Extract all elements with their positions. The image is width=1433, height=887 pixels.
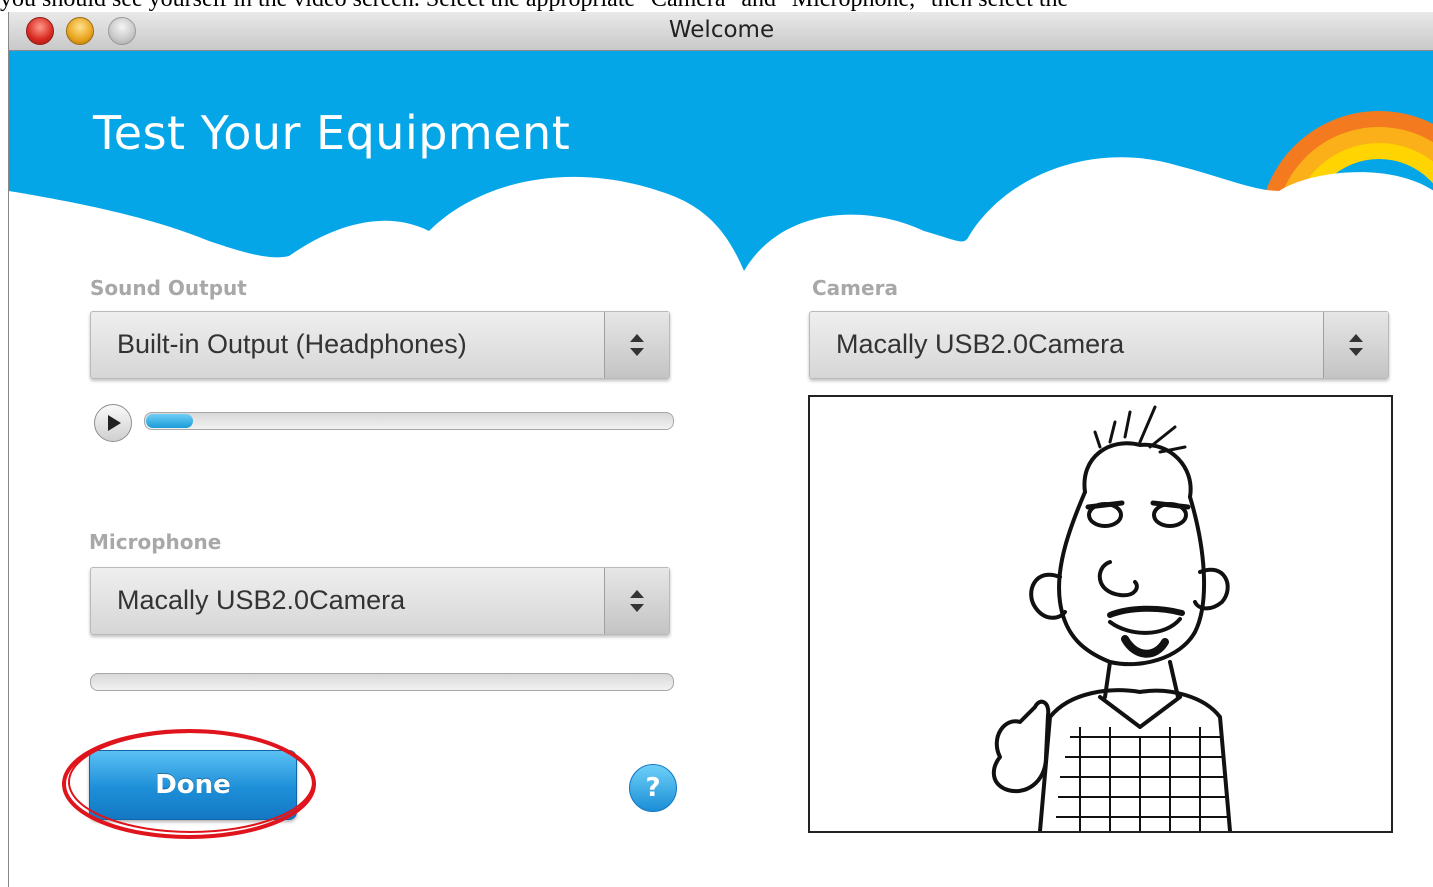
help-button[interactable]: ? <box>629 764 677 812</box>
sound-output-label: Sound Output <box>90 276 247 300</box>
sound-output-progress-fill <box>146 414 193 428</box>
camera-value: Macally USB2.0Camera <box>836 329 1125 359</box>
sound-output-select[interactable]: Built-in Output (Headphones) <box>90 311 670 379</box>
microphone-label: Microphone <box>89 530 222 554</box>
cartoon-face-image <box>991 405 1232 831</box>
select-stepper[interactable] <box>604 568 669 634</box>
microphone-select[interactable]: Macally USB2.0Camera <box>90 567 670 635</box>
play-button[interactable] <box>94 404 132 442</box>
play-icon <box>108 415 121 431</box>
sound-output-progress-bar <box>144 412 674 430</box>
window-title: Welcome <box>668 17 775 43</box>
sound-output-value: Built-in Output (Headphones) <box>117 329 467 359</box>
welcome-window: Welcome Test Your Equipment Sound Output… <box>8 12 1433 887</box>
camera-select[interactable]: Macally USB2.0Camera <box>809 311 1389 379</box>
page-title: Test Your Equipment <box>93 106 571 160</box>
select-stepper[interactable] <box>1323 312 1388 378</box>
document-caption-text: you should see yourself in the video scr… <box>0 0 1433 12</box>
up-down-arrows-icon <box>1349 334 1363 356</box>
microphone-level-bar <box>90 673 674 691</box>
title-bar[interactable]: Welcome <box>9 12 1433 51</box>
select-stepper[interactable] <box>604 312 669 378</box>
up-down-arrows-icon <box>630 590 644 612</box>
camera-label: Camera <box>812 276 898 300</box>
camera-preview <box>808 395 1393 833</box>
done-button[interactable]: Done <box>89 750 297 820</box>
up-down-arrows-icon <box>630 334 644 356</box>
microphone-value: Macally USB2.0Camera <box>117 585 406 615</box>
sky-banner <box>9 51 1433 281</box>
